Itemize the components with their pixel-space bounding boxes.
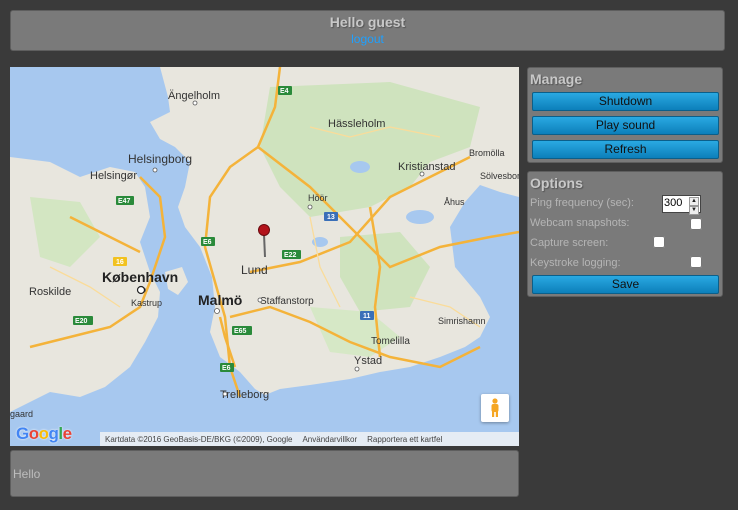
road-badge-e4: E4: [278, 86, 292, 95]
lake: [406, 210, 434, 224]
road-badge-e6b: E6: [220, 363, 234, 372]
svg-text:13: 13: [327, 214, 335, 221]
webcam-snapshots-checkbox[interactable]: [690, 218, 702, 230]
map-terms-link[interactable]: Användarvillkor: [302, 435, 357, 444]
svg-text:E6: E6: [222, 365, 231, 372]
road-badge-e22: E22: [282, 250, 301, 259]
header-panel: Hello guest logout: [10, 10, 725, 51]
road-badge-e20: E20: [73, 316, 93, 325]
city-label-helsingborg: Helsingborg: [128, 152, 192, 166]
keystroke-logging-label: Keystroke logging:: [530, 257, 621, 269]
city-label-ahus: Åhus: [444, 197, 465, 207]
pegman-icon: [491, 398, 499, 417]
spin-down-icon[interactable]: ▼: [689, 206, 699, 215]
refresh-button[interactable]: Refresh: [532, 140, 719, 159]
capital-dot: [136, 285, 146, 295]
options-title: Options: [530, 175, 583, 191]
map-footer: Kartdata ©2016 GeoBasis-DE/BKG (©2009), …: [100, 432, 519, 446]
manage-panel: Manage Shutdown Play sound Refresh: [527, 67, 723, 163]
keystroke-logging-checkbox[interactable]: [690, 256, 702, 268]
svg-text:E4: E4: [280, 88, 289, 95]
play-sound-button[interactable]: Play sound: [532, 116, 719, 135]
city-label-lund: Lund: [241, 263, 268, 277]
message-text: Hello: [13, 467, 41, 481]
svg-text:E47: E47: [118, 198, 131, 205]
city-label-helsingor: Helsingør: [90, 170, 137, 182]
options-panel: Options Ping frequency (sec): 300 ▲ ▼ We…: [527, 171, 723, 297]
svg-text:E20: E20: [75, 318, 88, 325]
google-logo: Google: [16, 424, 72, 443]
city-label-hassleholm: Hässleholm: [328, 118, 385, 130]
map-report-link[interactable]: Rapportera ett kartfel: [367, 435, 442, 444]
city-label-kastrup: Kastrup: [131, 298, 162, 308]
ping-frequency-value: 300: [664, 197, 683, 209]
capture-screen-label: Capture screen:: [530, 237, 609, 249]
city-label-tomelilla: Tomelilla: [371, 336, 410, 347]
city-label-simrishamn: Simrishamn: [438, 316, 486, 326]
svg-text:E6: E6: [203, 239, 212, 246]
lake: [350, 161, 370, 173]
svg-text:E65: E65: [234, 328, 247, 335]
city-label-trelleborg: Trelleborg: [220, 389, 269, 401]
ping-spinner[interactable]: ▲ ▼: [689, 197, 699, 215]
road-badge-16: 16: [113, 257, 127, 266]
city-label-angelholm: Ängelholm: [168, 90, 220, 102]
city-label-gaard: gaard: [10, 409, 33, 419]
city-label-hoor: Höör: [308, 193, 328, 203]
road-badge-13: 13: [324, 212, 338, 221]
shutdown-button[interactable]: Shutdown: [532, 92, 719, 111]
street-view-pegman-button[interactable]: [481, 394, 509, 422]
ping-frequency-input[interactable]: 300 ▲ ▼: [662, 195, 701, 215]
webcam-snapshots-label: Webcam snapshots:: [530, 217, 630, 229]
city-label-kristianstad: Kristianstad: [398, 161, 455, 173]
city-label-kobenhavn: København: [102, 269, 178, 285]
capture-screen-checkbox[interactable]: [653, 236, 665, 248]
city-label-solvesborg: Sölvesborg: [480, 171, 519, 181]
logout-link[interactable]: logout: [351, 32, 384, 46]
spin-up-icon[interactable]: ▲: [689, 197, 699, 206]
svg-text:E22: E22: [284, 252, 297, 259]
greeting-text: Hello guest: [329, 14, 406, 30]
map-attribution: Kartdata ©2016 GeoBasis-DE/BKG (©2009), …: [105, 434, 293, 444]
city-label-malmo: Malmö: [198, 292, 242, 308]
road-badge-e65: E65: [232, 326, 252, 335]
save-button[interactable]: Save: [532, 275, 719, 294]
city-label-bromolla: Bromölla: [469, 148, 505, 158]
svg-text:16: 16: [116, 259, 124, 266]
city-label-staffanstorp: Staffanstorp: [260, 296, 314, 307]
city-label-roskilde: Roskilde: [29, 286, 71, 298]
map-canvas: E4 E47 E6 E22 13 11 16 E65 E6 E20 Ängelh…: [10, 67, 519, 446]
manage-title: Manage: [530, 71, 583, 87]
road-badge-11: 11: [360, 311, 374, 320]
message-panel: Hello: [10, 450, 519, 497]
city-label-ystad: Ystad: [354, 355, 382, 367]
ping-frequency-label: Ping frequency (sec):: [530, 197, 634, 209]
road-badge-e6: E6: [201, 237, 215, 246]
map-view[interactable]: E4 E47 E6 E22 13 11 16 E65 E6 E20 Ängelh…: [10, 67, 519, 446]
road-badge-e47: E47: [116, 196, 134, 205]
svg-text:11: 11: [363, 313, 371, 320]
